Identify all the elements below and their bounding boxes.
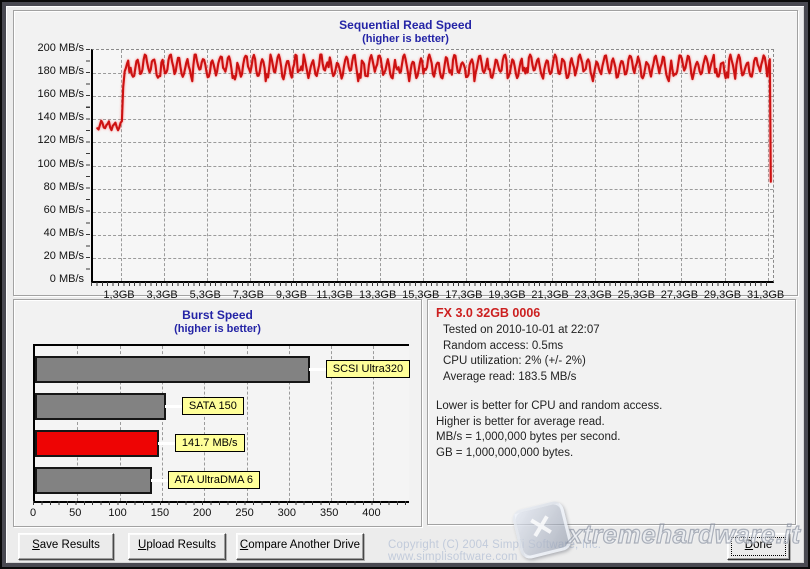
y-minor-ticks bbox=[86, 49, 90, 280]
drive-info-panel: FX 3.0 32GB 0006 Tested on 2010-10-01 at… bbox=[427, 299, 796, 525]
bar-label: ATA UltraDMA 6 bbox=[168, 471, 260, 489]
burst-x-axis-label: 250 bbox=[228, 507, 262, 519]
burst-x-axis-label: 50 bbox=[58, 507, 92, 519]
bar-label: SATA 150 bbox=[182, 397, 244, 415]
y-axis-label: 200 MB/s bbox=[22, 42, 84, 54]
burst-minor-ticks bbox=[33, 501, 407, 505]
burst-plot-area: SCSI Ultra320 SATA 150 141.7 MB/s ATA Ultra… bbox=[33, 344, 409, 503]
copyright-text: Copyright (C) 2004 Simpli Software, Inc.… bbox=[388, 539, 718, 563]
measured-speed-bar bbox=[35, 430, 159, 457]
y-axis-label: 20 MB/s bbox=[22, 250, 84, 262]
y-axis-label: 160 MB/s bbox=[22, 88, 84, 100]
reference-speed-bar bbox=[35, 393, 166, 420]
bar-label-connector bbox=[309, 368, 326, 371]
drive-stat-line: Random access: 0.5ms bbox=[436, 339, 787, 355]
spacer bbox=[436, 385, 787, 399]
y-axis-label: 120 MB/s bbox=[22, 134, 84, 146]
drive-stats: Tested on 2010-10-01 at 22:07Random acce… bbox=[436, 323, 787, 385]
y-axis-label: 60 MB/s bbox=[22, 204, 84, 216]
drive-name: FX 3.0 32GB 0006 bbox=[436, 306, 787, 320]
save-results-button[interactable]: Save Results bbox=[18, 533, 114, 560]
burst-x-axis-label: 300 bbox=[270, 507, 304, 519]
burst-x-axis-label: 100 bbox=[101, 507, 135, 519]
sequential-chart-subtitle: (higher is better) bbox=[14, 33, 797, 45]
drive-stat-line: Average read: 183.5 MB/s bbox=[436, 370, 787, 386]
burst-chart-title: Burst Speed bbox=[14, 308, 421, 322]
upload-results-button[interactable]: Upload Results bbox=[128, 533, 226, 560]
drive-stat-line: CPU utilization: 2% (+/- 2%) bbox=[436, 354, 787, 370]
y-axis-label: 100 MB/s bbox=[22, 158, 84, 170]
y-axis-label: 140 MB/s bbox=[22, 111, 84, 123]
note-line: GB = 1,000,000,000 bytes. bbox=[436, 446, 787, 462]
sequential-read-panel: Sequential Read Speed (higher is better)… bbox=[13, 10, 798, 296]
bar-label-connector bbox=[158, 442, 175, 445]
y-axis-label: 80 MB/s bbox=[22, 181, 84, 193]
burst-speed-panel: Burst Speed (higher is better) SCSI Ultr… bbox=[13, 299, 422, 527]
note-line: Lower is better for CPU and random acces… bbox=[436, 399, 787, 415]
sequential-read-line bbox=[93, 50, 773, 281]
note-line: Higher is better for average read. bbox=[436, 415, 787, 431]
y-axis-label: 0 MB/s bbox=[22, 273, 84, 285]
x-minor-ticks bbox=[91, 282, 771, 286]
bar-label-connector bbox=[165, 405, 182, 408]
note-line: MB/s = 1,000,000 bytes per second. bbox=[436, 430, 787, 446]
drive-stat-line: Tested on 2010-10-01 at 22:07 bbox=[436, 323, 787, 339]
burst-x-axis-label: 0 bbox=[16, 507, 50, 519]
burst-x-axis-label: 350 bbox=[312, 507, 346, 519]
burst-x-axis-label: 150 bbox=[143, 507, 177, 519]
explanatory-notes: Lower is better for CPU and random acces… bbox=[436, 399, 787, 461]
done-button[interactable]: Done bbox=[727, 533, 790, 560]
sequential-chart-title: Sequential Read Speed bbox=[14, 18, 797, 32]
y-axis-label: 40 MB/s bbox=[22, 227, 84, 239]
reference-speed-bar bbox=[35, 467, 152, 494]
compare-another-drive-button[interactable]: Compare Another Drive bbox=[236, 533, 364, 560]
bar-label: SCSI Ultra320 bbox=[326, 360, 410, 378]
read-speed-polyline bbox=[97, 55, 771, 182]
bar-label: 141.7 MB/s bbox=[175, 434, 245, 452]
burst-x-axis-label: 400 bbox=[354, 507, 388, 519]
burst-chart-subtitle: (higher is better) bbox=[14, 323, 421, 335]
sequential-plot-area bbox=[91, 49, 774, 283]
burst-x-axis-label: 200 bbox=[185, 507, 219, 519]
bar-label-connector bbox=[151, 479, 168, 482]
reference-speed-bar bbox=[35, 356, 310, 383]
y-axis-label: 180 MB/s bbox=[22, 65, 84, 77]
